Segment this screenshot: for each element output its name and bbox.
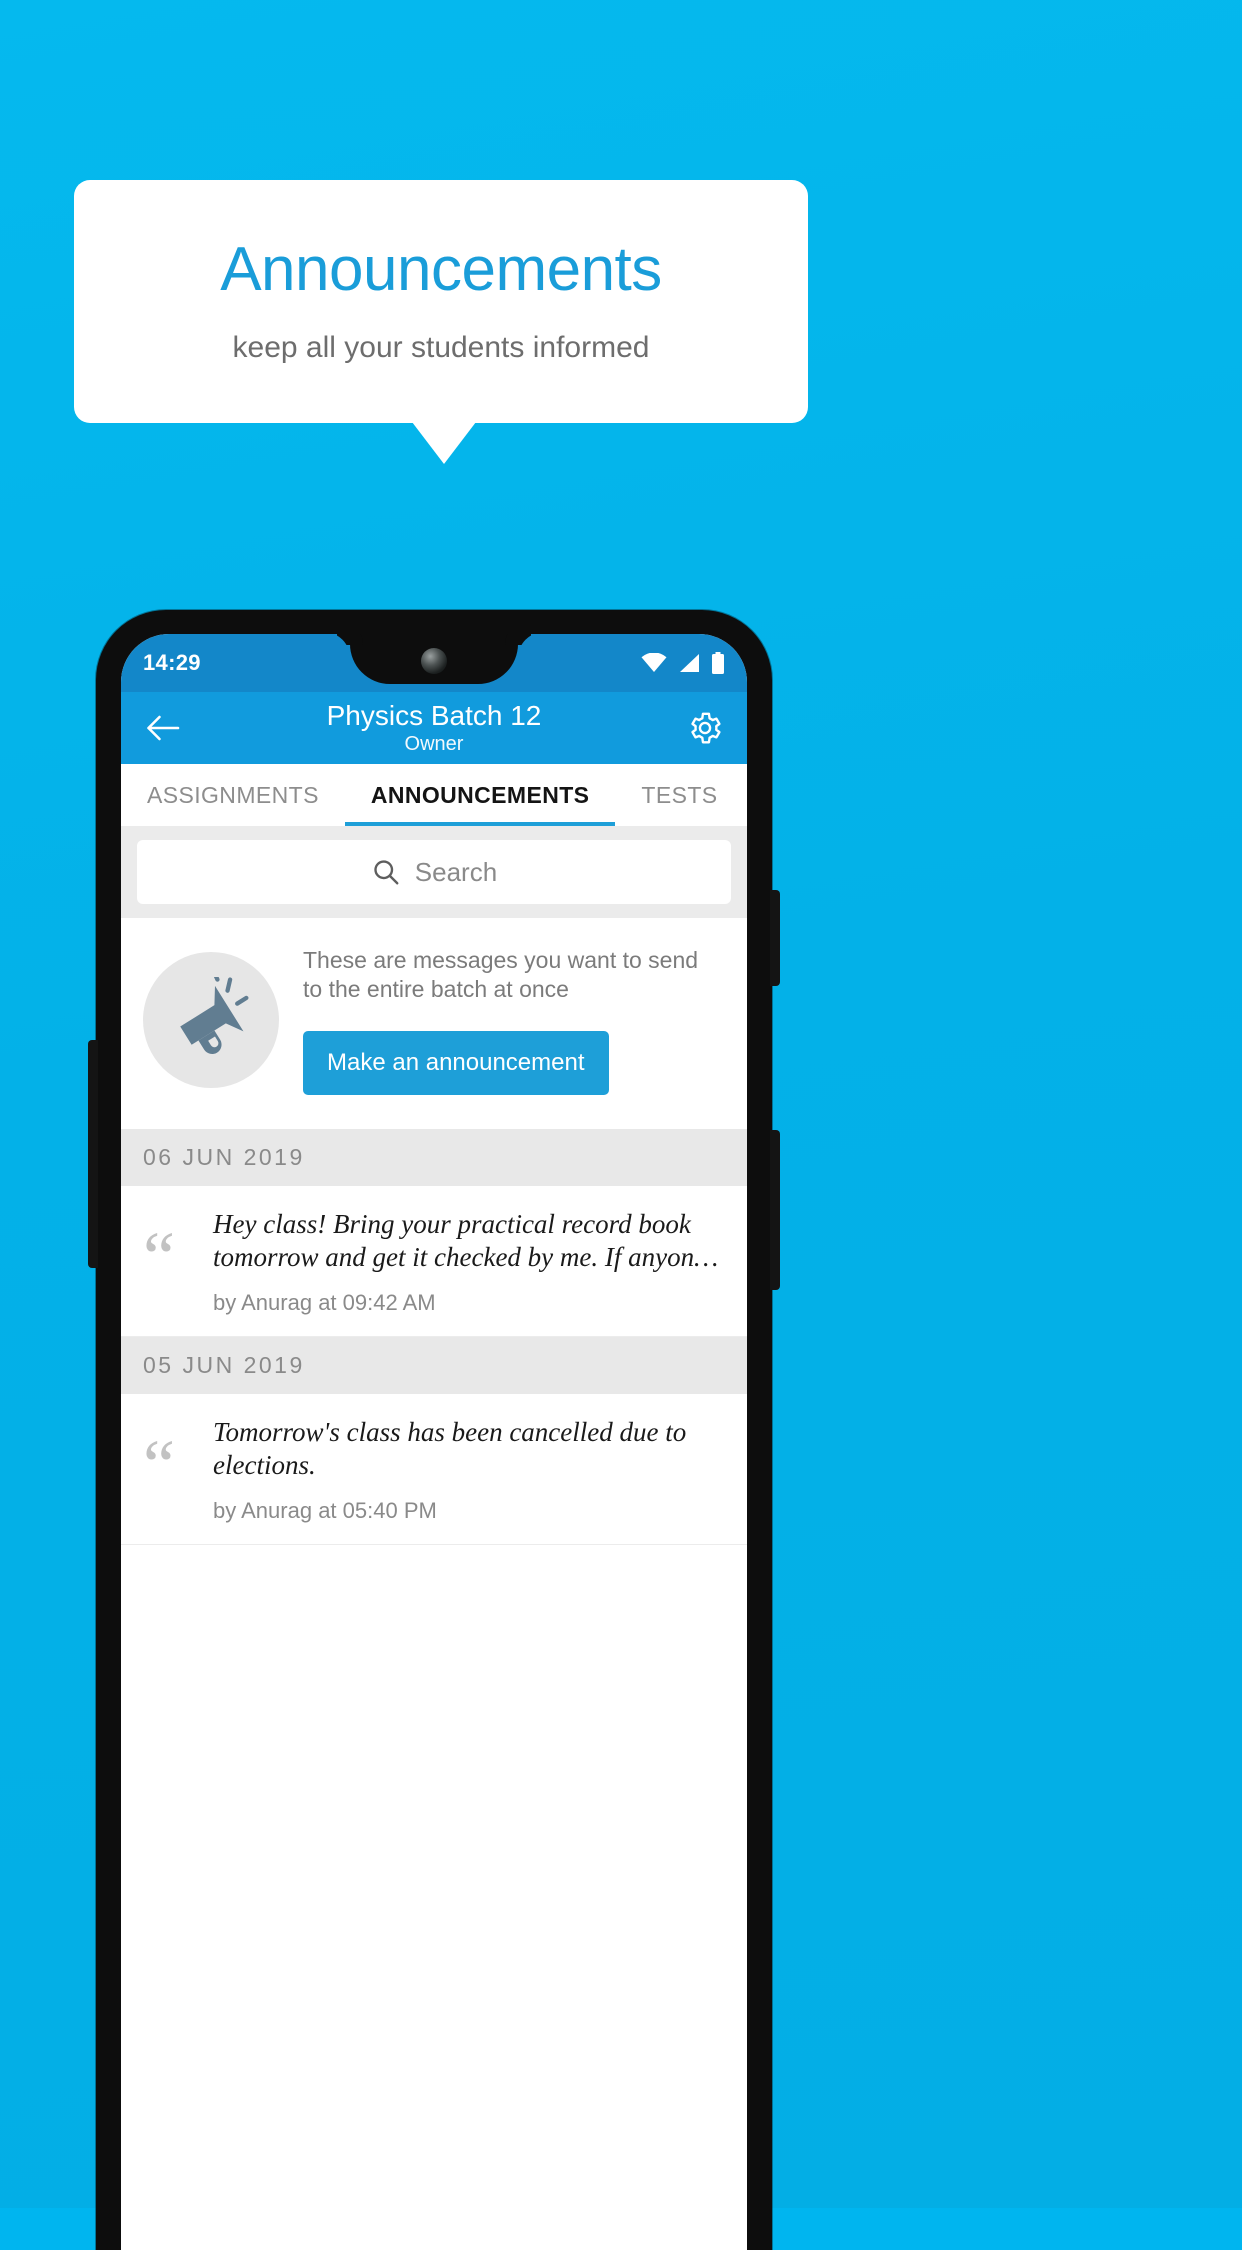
search-placeholder: Search: [414, 856, 498, 887]
search-input[interactable]: Search: [137, 840, 731, 904]
tab-tests[interactable]: TESTS: [615, 764, 743, 826]
search-icon: [374, 860, 399, 885]
phone-left-button: [88, 1040, 98, 1268]
announcement-intro-right: These are messages you want to send to t…: [303, 946, 721, 1095]
megaphone-icon-circle: [143, 952, 279, 1089]
tab-bar[interactable]: ASSIGNMENTS ANNOUNCEMENTS TESTS : [121, 764, 747, 826]
announcement-intro-text: These are messages you want to send to t…: [303, 947, 699, 1003]
phone-power-button: [770, 1130, 780, 1290]
date-header: 06 JUN 2019: [121, 1128, 747, 1186]
status-icons: [641, 652, 725, 674]
phone-screen: 14:29 Physics Batch 12 Owner ASSIGNMENTS…: [121, 634, 747, 2250]
app-bar: Physics Batch 12 Owner: [121, 692, 747, 764]
promo-title: Announcements: [220, 234, 662, 304]
quote-icon: “: [143, 1216, 175, 1297]
back-button[interactable]: [141, 706, 185, 750]
announcement-body: Tomorrow's class has been cancelled due …: [213, 1416, 723, 1524]
front-camera-icon: [421, 648, 447, 674]
announcement-text: Tomorrow's class has been cancelled due …: [213, 1416, 687, 1480]
announcement-meta: by Anurag at 05:40 PM: [213, 1497, 437, 1523]
page-subtitle: Owner: [404, 732, 464, 755]
page-title: Physics Batch 12: [326, 700, 542, 732]
status-time: 14:29: [143, 650, 201, 675]
quote-icon: “: [143, 1424, 175, 1505]
announcement-body: Hey class! Bring your practical record b…: [213, 1208, 723, 1316]
promo-subtitle: keep all your students informed: [232, 330, 650, 364]
tab-announcements[interactable]: ANNOUNCEMENTS: [344, 764, 616, 826]
announcement-intro-card: These are messages you want to send to t…: [121, 918, 747, 1129]
tab-assignments[interactable]: ASSIGNMENTS: [121, 764, 345, 826]
arrow-left-icon: [147, 715, 180, 741]
megaphone-icon: [180, 977, 249, 1055]
search-container: Search: [121, 826, 747, 918]
announcement-text: Hey class! Bring your practical record b…: [213, 1208, 719, 1272]
announcement-row[interactable]: “ Tomorrow's class has been cancelled du…: [121, 1393, 747, 1545]
phone-volume-button: [770, 890, 780, 986]
gear-icon: [691, 712, 721, 744]
promo-speech-bubble: Announcements keep all your students inf…: [74, 180, 808, 423]
status-bar: 14:29: [121, 634, 747, 692]
signal-icon: [680, 654, 699, 672]
announcement-meta: by Anurag at 09:42 AM: [213, 1289, 436, 1315]
battery-icon: [712, 652, 724, 674]
announcement-row[interactable]: “ Hey class! Bring your practical record…: [121, 1185, 747, 1337]
phone-device-frame: 14:29 Physics Batch 12 Owner ASSIGNMENTS…: [88, 610, 780, 2250]
wifi-icon: [641, 653, 667, 672]
tab-next-partial[interactable]: : [744, 764, 747, 826]
make-announcement-button[interactable]: Make an announcement: [303, 1030, 609, 1095]
date-header: 05 JUN 2019: [121, 1336, 747, 1394]
speech-bubble-tail: [412, 422, 476, 464]
settings-button[interactable]: [683, 706, 727, 750]
app-bar-titles: Physics Batch 12 Owner: [121, 700, 747, 756]
